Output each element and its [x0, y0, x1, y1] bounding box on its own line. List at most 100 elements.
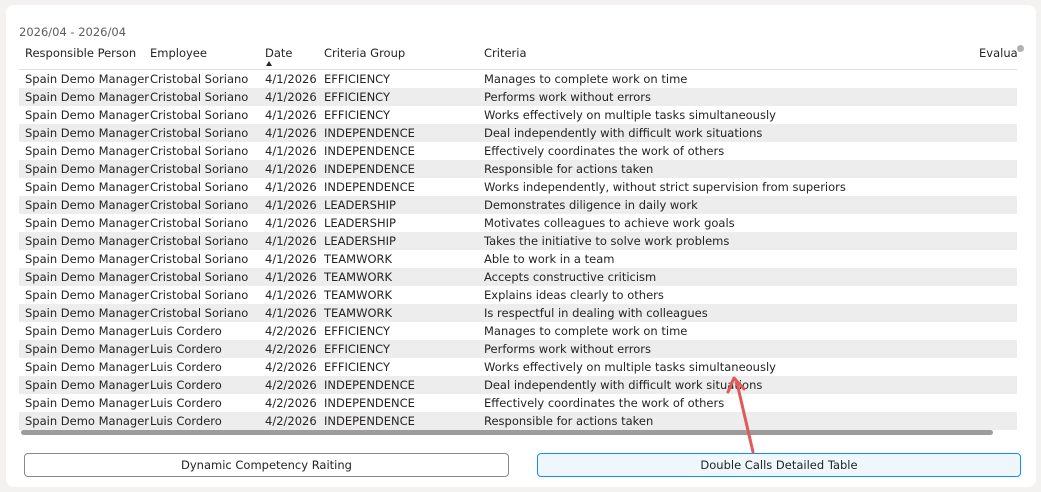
cell-criteria-group: INDEPENDENCE — [324, 396, 415, 410]
table-row[interactable]: Spain Demo Manager Cristobal Soriano 4/1/2… — [19, 142, 1017, 160]
sort-ascending-icon[interactable] — [266, 61, 272, 66]
table-row[interactable]: Spain Demo Manager Luis Cordero 4/2/2026 IN… — [19, 412, 1017, 430]
cell-employee: Cristobal Soriano — [150, 162, 249, 176]
cell-criteria-group: EFFICIENCY — [324, 72, 391, 86]
cell-criteria-group: INDEPENDENCE — [324, 378, 415, 392]
column-header-criteria[interactable]: Criteria — [484, 46, 527, 60]
cell-responsible-person: Spain Demo Manager — [25, 342, 150, 356]
cell-employee: Cristobal Soriano — [150, 234, 249, 248]
cell-criteria-group: EFFICIENCY — [324, 90, 391, 104]
cell-responsible-person: Spain Demo Manager — [25, 270, 150, 284]
cell-date: 4/2/2026 — [265, 396, 317, 410]
cell-responsible-person: Spain Demo Manager — [25, 234, 150, 248]
table-header: Responsible Person Employee Date Criteri… — [19, 44, 1017, 70]
cell-date: 4/1/2026 — [265, 126, 317, 140]
table-row[interactable]: Spain Demo Manager Cristobal Soriano 4/1/2… — [19, 106, 1017, 124]
cell-criteria: Deal independently with difficult work s… — [484, 126, 763, 140]
cell-date: 4/1/2026 — [265, 216, 317, 230]
table-row[interactable]: Spain Demo Manager Luis Cordero 4/2/2026 IN… — [19, 394, 1017, 412]
cell-responsible-person: Spain Demo Manager — [25, 108, 150, 122]
cell-criteria: Demonstrates diligence in daily work — [484, 198, 698, 212]
column-header-date[interactable]: Date — [265, 46, 293, 60]
cell-date: 4/2/2026 — [265, 378, 317, 392]
cell-criteria: Responsible for actions taken — [484, 162, 654, 176]
table-row[interactable]: Spain Demo Manager Cristobal Soriano 4/1/2… — [19, 178, 1017, 196]
cell-responsible-person: Spain Demo Manager — [25, 90, 150, 104]
table-row[interactable]: Spain Demo Manager Cristobal Soriano 4/1/2… — [19, 214, 1017, 232]
table-row[interactable]: Spain Demo Manager Cristobal Soriano 4/1/2… — [19, 70, 1017, 88]
table-row[interactable]: Spain Demo Manager Luis Cordero 4/2/2026 EF… — [19, 358, 1017, 376]
cell-criteria-group: LEADERSHIP — [324, 234, 396, 248]
cell-date: 4/1/2026 — [265, 252, 317, 266]
column-header-evaluation[interactable]: Evaluat — [979, 46, 1017, 60]
cell-employee: Cristobal Soriano — [150, 126, 249, 140]
cell-employee: Cristobal Soriano — [150, 144, 249, 158]
cell-criteria-group: LEADERSHIP — [324, 216, 396, 230]
cell-criteria: Works independently, without strict supe… — [484, 180, 846, 194]
cell-employee: Luis Cordero — [150, 360, 222, 374]
cell-criteria-group: TEAMWORK — [324, 270, 393, 284]
detailed-table-button[interactable]: Double Calls Detailed Table — [537, 453, 1021, 477]
cell-employee: Cristobal Soriano — [150, 288, 249, 302]
table-row[interactable]: Spain Demo Manager Cristobal Soriano 4/1/2… — [19, 304, 1017, 322]
table-row[interactable]: Spain Demo Manager Cristobal Soriano 4/1/2… — [19, 196, 1017, 214]
cell-date: 4/2/2026 — [265, 414, 317, 428]
cell-criteria-group: EFFICIENCY — [324, 342, 391, 356]
cell-employee: Luis Cordero — [150, 414, 222, 428]
cell-criteria: Effectively coordinates the work of othe… — [484, 144, 725, 158]
cell-criteria-group: TEAMWORK — [324, 252, 393, 266]
cell-criteria: Effectively coordinates the work of othe… — [484, 396, 725, 410]
cell-criteria: Works effectively on multiple tasks simu… — [484, 108, 776, 122]
cell-criteria: Deal independently with difficult work s… — [484, 378, 763, 392]
column-header-employee[interactable]: Employee — [150, 46, 207, 60]
table-row[interactable]: Spain Demo Manager Cristobal Soriano 4/1/2… — [19, 124, 1017, 142]
table-row[interactable]: Spain Demo Manager Cristobal Soriano 4/1/2… — [19, 88, 1017, 106]
table-row[interactable]: Spain Demo Manager Cristobal Soriano 4/1/2… — [19, 160, 1017, 178]
cell-criteria: Responsible for actions taken — [484, 414, 654, 428]
table-row[interactable]: Spain Demo Manager Luis Cordero 4/2/2026 EF… — [19, 322, 1017, 340]
cell-responsible-person: Spain Demo Manager — [25, 414, 150, 428]
cell-criteria-group: INDEPENDENCE — [324, 414, 415, 428]
cell-responsible-person: Spain Demo Manager — [25, 144, 150, 158]
cell-responsible-person: Spain Demo Manager — [25, 378, 150, 392]
cell-date: 4/1/2026 — [265, 108, 317, 122]
period-label: 2026/04 - 2026/04 — [19, 25, 127, 39]
vertical-scrollbar[interactable] — [1017, 45, 1024, 52]
cell-date: 4/2/2026 — [265, 342, 317, 356]
horizontal-scrollbar[interactable] — [21, 430, 993, 435]
cell-criteria: Explains ideas clearly to others — [484, 288, 664, 302]
cell-responsible-person: Spain Demo Manager — [25, 288, 150, 302]
cell-responsible-person: Spain Demo Manager — [25, 126, 150, 140]
cell-date: 4/1/2026 — [265, 72, 317, 86]
cell-employee: Luis Cordero — [150, 324, 222, 338]
cell-criteria: Motivates colleagues to achieve work goa… — [484, 216, 735, 230]
dynamic-competency-rating-button[interactable]: Dynamic Competency Raiting — [24, 453, 509, 477]
table-row[interactable]: Spain Demo Manager Cristobal Soriano 4/1/2… — [19, 250, 1017, 268]
column-header-responsible-person[interactable]: Responsible Person — [25, 46, 136, 60]
cell-date: 4/2/2026 — [265, 324, 317, 338]
table-row[interactable]: Spain Demo Manager Luis Cordero 4/2/2026 EF… — [19, 340, 1017, 358]
column-header-criteria-group[interactable]: Criteria Group — [324, 46, 405, 60]
cell-criteria: Manages to complete work on time — [484, 324, 688, 338]
cell-date: 4/1/2026 — [265, 234, 317, 248]
cell-responsible-person: Spain Demo Manager — [25, 396, 150, 410]
cell-criteria-group: INDEPENDENCE — [324, 126, 415, 140]
cell-employee: Luis Cordero — [150, 396, 222, 410]
table-row[interactable]: Spain Demo Manager Cristobal Soriano 4/1/2… — [19, 232, 1017, 250]
cell-criteria: Is respectful in dealing with colleagues — [484, 306, 708, 320]
table-row[interactable]: Spain Demo Manager Cristobal Soriano 4/1/2… — [19, 268, 1017, 286]
cell-employee: Cristobal Soriano — [150, 270, 249, 284]
cell-employee: Luis Cordero — [150, 378, 222, 392]
cell-date: 4/1/2026 — [265, 198, 317, 212]
cell-responsible-person: Spain Demo Manager — [25, 162, 150, 176]
cell-criteria: Manages to complete work on time — [484, 72, 688, 86]
cell-responsible-person: Spain Demo Manager — [25, 360, 150, 374]
table-row[interactable]: Spain Demo Manager Luis Cordero 4/2/2026 IN… — [19, 376, 1017, 394]
cell-responsible-person: Spain Demo Manager — [25, 252, 150, 266]
cell-criteria-group: TEAMWORK — [324, 306, 393, 320]
cell-date: 4/1/2026 — [265, 180, 317, 194]
cell-criteria-group: EFFICIENCY — [324, 108, 391, 122]
cell-criteria: Able to work in a team — [484, 252, 615, 266]
table-row[interactable]: Spain Demo Manager Cristobal Soriano 4/1/2… — [19, 286, 1017, 304]
cell-date: 4/1/2026 — [265, 270, 317, 284]
